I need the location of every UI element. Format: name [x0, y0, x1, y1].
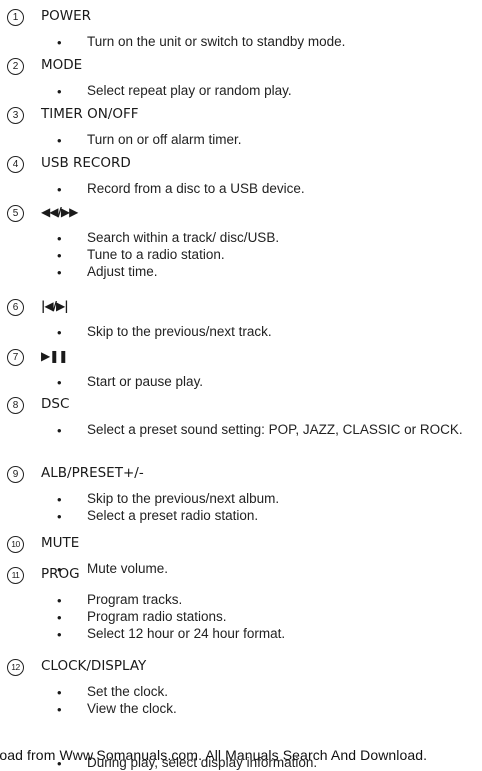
bullet-text: Select 12 hour or 24 hour format.	[87, 626, 286, 641]
item-title: ▶❚❚	[41, 349, 68, 363]
bullet-row: • Select repeat play or random play.	[0, 83, 482, 99]
bullet-dot-icon: •	[57, 685, 62, 700]
bullet-row: • Program radio stations.	[0, 609, 482, 625]
bullet-row: • Skip to the previous/next album.	[0, 491, 482, 507]
bullet-text: Turn on the unit or switch to standby mo…	[87, 34, 346, 49]
item-title: |◀/▶|	[41, 299, 69, 313]
bullet-row: • Tune to a radio station.	[0, 247, 482, 263]
bullet-text: Select a preset radio station.	[87, 508, 259, 523]
bullet-dot-icon: •	[57, 492, 62, 507]
item-title: TIMER ON/OFF	[41, 106, 139, 122]
item-number-badge: 10	[7, 536, 24, 553]
bullet-text: Start or pause play.	[87, 374, 204, 389]
item-title: ◀◀/▶▶	[41, 205, 78, 219]
bullet-dot-icon: •	[57, 593, 62, 608]
bullet-text: Set the clock.	[87, 684, 169, 699]
bullet-dot-icon: •	[57, 627, 62, 642]
bullet-dot-icon: •	[57, 265, 62, 280]
bullet-text: Mute volume.	[87, 561, 169, 576]
bullet-row: • Program tracks.	[0, 592, 482, 608]
bullet-dot-icon: •	[57, 133, 62, 148]
bullet-dot-icon: •	[57, 375, 62, 390]
item-number-badge: 3	[7, 107, 24, 124]
footer-text: Download from Www.Somanuals.com. All Man…	[0, 747, 428, 763]
bullet-row: • Turn on or off alarm timer.	[0, 132, 482, 148]
bullet-row: • Select 12 hour or 24 hour format.	[0, 626, 482, 642]
bullet-row: • Turn on the unit or switch to standby m…	[0, 34, 482, 50]
bullet-text: Select a preset sound setting: POP, JAZZ…	[87, 422, 463, 437]
bullet-text: Adjust time.	[87, 264, 158, 279]
bullet-row: • Set the clock.	[0, 684, 482, 700]
bullet-dot-icon: •	[57, 182, 62, 197]
bullet-dot-icon: •	[57, 702, 62, 717]
item-title: PROG	[41, 566, 80, 582]
item-number-badge: 5	[7, 205, 24, 222]
item-number-badge: 9	[7, 466, 24, 483]
item-number-badge: 11	[7, 567, 24, 584]
bullet-dot-icon: •	[57, 248, 62, 263]
bullet-text: Program radio stations.	[87, 609, 227, 624]
bullet-row: • Record from a disc to a USB device.	[0, 181, 482, 197]
item-title: CLOCK/DISPLAY	[41, 658, 147, 674]
item-number-badge: 12	[7, 659, 24, 676]
item-number-badge: 8	[7, 397, 24, 414]
item-number-badge: 4	[7, 156, 24, 173]
item-number-badge: 7	[7, 349, 24, 366]
item-title: MUTE	[41, 535, 80, 551]
bullet-row: • Select a preset radio station.	[0, 508, 482, 524]
bullet-text: Program tracks.	[87, 592, 183, 607]
bullet-text: Select repeat play or random play.	[87, 83, 292, 98]
item-number-badge: 1	[7, 9, 24, 26]
item-title: MODE	[41, 57, 83, 73]
bullet-dot-icon: •	[57, 325, 62, 340]
bullet-text: Turn on or off alarm timer.	[87, 132, 242, 147]
bullet-text: View the clock.	[87, 701, 177, 716]
bullet-dot-icon: •	[57, 35, 62, 50]
item-title: POWER	[41, 8, 92, 24]
bullet-row: • Skip to the previous/next track.	[0, 324, 482, 340]
bullet-row: • View the clock.	[0, 701, 482, 717]
bullet-dot-icon: •	[57, 84, 62, 99]
bullet-dot-icon: •	[57, 423, 62, 438]
footer-watermark: Download from Www.Somanuals.com. All Man…	[0, 747, 482, 763]
item-number-badge: 6	[7, 299, 24, 316]
item-number-badge: 2	[7, 58, 24, 75]
bullet-text: Skip to the previous/next track.	[87, 324, 272, 339]
item-title: USB RECORD	[41, 155, 131, 171]
bullet-row: • Adjust time.	[0, 264, 482, 280]
bullet-text: Tune to a radio station.	[87, 247, 225, 262]
bullet-text: Skip to the previous/next album.	[87, 491, 280, 506]
bullet-row: • Search within a track/ disc/USB.	[0, 230, 482, 246]
bullet-text: Search within a track/ disc/USB.	[87, 230, 280, 245]
bullet-dot-icon: •	[57, 610, 62, 625]
bullet-dot-icon: •	[57, 509, 62, 524]
bullet-text: Record from a disc to a USB device.	[87, 181, 305, 196]
item-title: DSC	[41, 396, 70, 412]
item-title: ALB/PRESET+/-	[41, 465, 144, 481]
bullet-row: • Start or pause play.	[0, 374, 482, 390]
bullet-dot-icon: •	[57, 231, 62, 246]
bullet-row: • Select a preset sound setting: POP, JAZ…	[0, 422, 482, 438]
